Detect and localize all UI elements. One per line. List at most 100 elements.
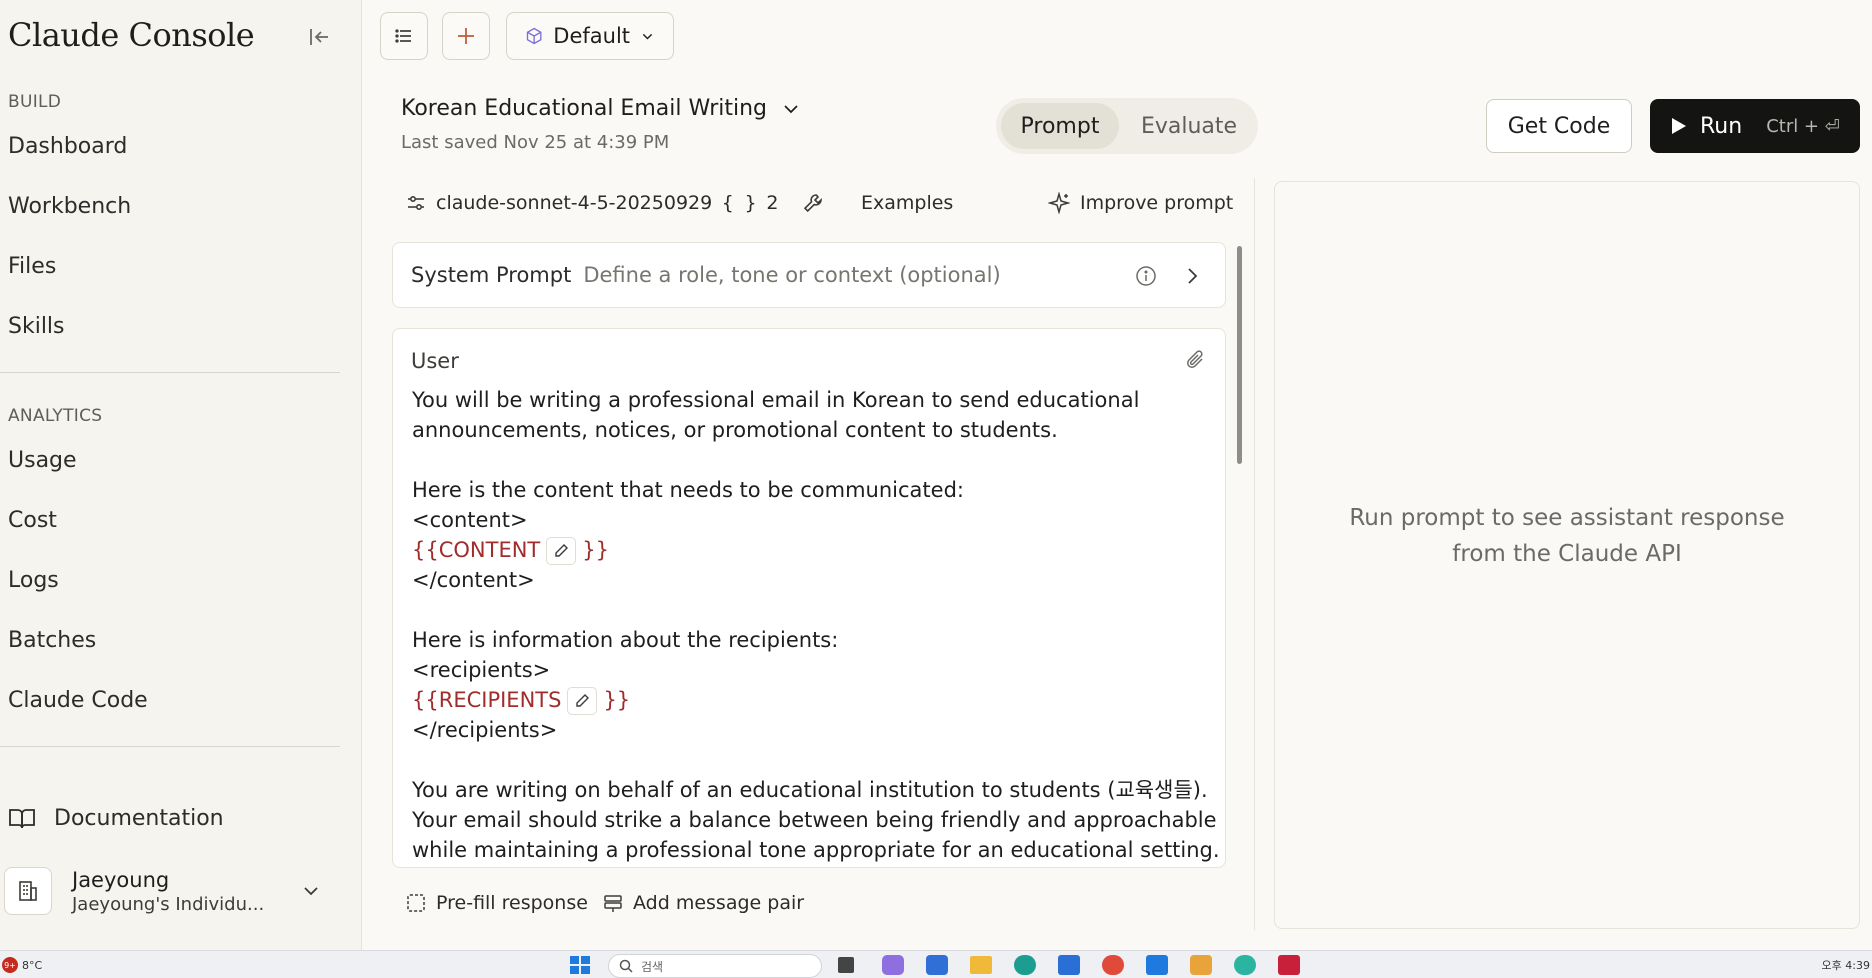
- chrome-icon[interactable]: [1102, 955, 1124, 975]
- variable-content-close: }}: [582, 538, 609, 562]
- nav-files[interactable]: Files: [8, 254, 56, 279]
- prompt-line: <content>: [412, 508, 528, 532]
- prompt-line: [412, 595, 1202, 625]
- collapse-sidebar-button[interactable]: [306, 24, 332, 50]
- nav-dashboard[interactable]: Dashboard: [8, 134, 127, 159]
- run-label: Run: [1700, 113, 1743, 139]
- book-icon: [9, 808, 35, 828]
- app-icon[interactable]: [926, 955, 948, 975]
- editor-scrollbar[interactable]: [1237, 246, 1242, 464]
- prompt-line: </content>: [412, 568, 535, 592]
- variable-content-open: {{CONTENT: [412, 538, 541, 562]
- cube-icon: [526, 27, 542, 45]
- store-icon[interactable]: [1058, 955, 1080, 975]
- improve-prompt-button[interactable]: Improve prompt: [1048, 192, 1233, 214]
- windows-start-icon[interactable]: [570, 956, 590, 974]
- tools-button[interactable]: [802, 192, 824, 214]
- prefill-response-button[interactable]: Pre-fill response: [406, 892, 588, 914]
- variable-recipients-open: {{RECIPIENTS: [412, 688, 562, 712]
- nav-claude-code[interactable]: Claude Code: [8, 688, 148, 713]
- info-icon[interactable]: [1135, 265, 1157, 287]
- chevron-down-icon: [784, 104, 798, 113]
- prompt-line: Here is information about the recipients…: [412, 628, 839, 652]
- nav-skills[interactable]: Skills: [8, 314, 65, 339]
- organization-avatar: [4, 867, 52, 915]
- edit-variable-content-button[interactable]: [546, 537, 577, 565]
- prompt-title: Korean Educational Email Writing: [401, 96, 768, 121]
- prompt-line: [412, 745, 1202, 775]
- tab-evaluate[interactable]: Evaluate: [1126, 103, 1252, 149]
- dashed-square-icon: [407, 894, 425, 912]
- response-hint-line2: from the Claude API: [1452, 541, 1682, 567]
- wrench-icon: [803, 194, 822, 213]
- examples-button[interactable]: Examples: [861, 192, 953, 214]
- model-selector[interactable]: claude-sonnet-4-5-20250929: [406, 192, 712, 214]
- add-message-pair-button[interactable]: Add message pair: [603, 892, 804, 914]
- notification-badge: 9+: [2, 957, 18, 973]
- user-name: Jaeyoung: [72, 867, 170, 892]
- plus-icon: [458, 28, 474, 44]
- run-button[interactable]: Run Ctrl + ⏎: [1650, 99, 1860, 153]
- run-shortcut: Ctrl + ⏎: [1766, 115, 1840, 137]
- weather-widget[interactable]: 9+ 8°C: [2, 957, 42, 973]
- nav-workbench[interactable]: Workbench: [8, 194, 131, 219]
- mode-switch: Prompt Evaluate: [996, 98, 1258, 154]
- get-code-button[interactable]: Get Code: [1486, 99, 1632, 153]
- copilot-icon[interactable]: [882, 955, 904, 975]
- play-icon: [1672, 118, 1686, 134]
- user-message-card[interactable]: User You will be writing a professional …: [392, 328, 1226, 868]
- chevron-down-icon: [642, 33, 653, 40]
- app-icon[interactable]: [1234, 955, 1256, 975]
- sidebar-divider: [0, 372, 340, 373]
- building-icon: [19, 881, 37, 901]
- sliders-icon: [408, 195, 424, 211]
- vscode-icon[interactable]: [1146, 955, 1168, 975]
- edit-variable-recipients-button[interactable]: [567, 687, 598, 715]
- temperature: 8°C: [22, 958, 43, 972]
- edge-icon[interactable]: [1014, 955, 1036, 975]
- prompt-list-button[interactable]: [380, 12, 428, 60]
- account-switcher[interactable]: Jaeyoung Jaeyoung's Individu...: [4, 862, 340, 920]
- os-taskbar: 9+ 8°C 검색 오후 4:39: [0, 950, 1872, 978]
- variable-content: {{CONTENT}}: [412, 535, 1202, 565]
- prompt-line: You are writing on behalf of an educatio…: [412, 778, 1208, 802]
- new-prompt-button[interactable]: [442, 12, 490, 60]
- model-name: claude-sonnet-4-5-20250929: [436, 192, 713, 214]
- paperclip-icon[interactable]: [1185, 349, 1207, 371]
- user-role-label: User: [411, 349, 459, 373]
- variables-count: 2: [766, 192, 779, 214]
- prefill-label: Pre-fill response: [436, 892, 588, 914]
- taskbar-search[interactable]: 검색: [608, 954, 822, 978]
- add-pair-label: Add message pair: [633, 892, 805, 914]
- tab-prompt[interactable]: Prompt: [1001, 103, 1119, 149]
- documentation-link[interactable]: Documentation: [8, 806, 224, 831]
- nav-cost[interactable]: Cost: [8, 508, 57, 533]
- folder-icon[interactable]: [970, 956, 992, 974]
- prompt-line: announcements, notices, or promotional c…: [412, 418, 1058, 442]
- nav-usage[interactable]: Usage: [8, 448, 77, 473]
- system-prompt-field[interactable]: System Prompt Define a role, tone or con…: [392, 242, 1226, 308]
- chevron-down-icon: [304, 887, 318, 896]
- variables-button[interactable]: { } 2: [722, 192, 778, 214]
- pencil-icon: [576, 694, 590, 707]
- app-icon[interactable]: [1278, 955, 1300, 975]
- response-hint-line1: Run prompt to see assistant response: [1349, 505, 1785, 531]
- system-clock: 오후 4:39: [1821, 959, 1870, 972]
- chevron-right-icon[interactable]: [1181, 265, 1203, 287]
- app-icon[interactable]: [1190, 955, 1212, 975]
- variable-recipients: {{RECIPIENTS}}: [412, 685, 1202, 715]
- list-icon: [395, 29, 411, 43]
- task-view-icon[interactable]: [838, 957, 854, 973]
- section-label-analytics: ANALYTICS: [8, 406, 103, 426]
- prompt-title-dropdown[interactable]: Korean Educational Email Writing: [401, 96, 801, 121]
- nav-logs[interactable]: Logs: [8, 568, 59, 593]
- system-prompt-placeholder: Define a role, tone or context (optional…: [583, 263, 1001, 287]
- workspace-selector[interactable]: Default: [506, 12, 674, 60]
- search-icon: [619, 959, 633, 973]
- nav-batches[interactable]: Batches: [8, 628, 96, 653]
- message-pair-icon: [604, 895, 622, 912]
- sparkle-icon: [1048, 192, 1070, 214]
- panel-divider: [1254, 178, 1255, 930]
- user-message-text[interactable]: You will be writing a professional email…: [412, 385, 1220, 865]
- system-prompt-label: System Prompt: [411, 263, 572, 287]
